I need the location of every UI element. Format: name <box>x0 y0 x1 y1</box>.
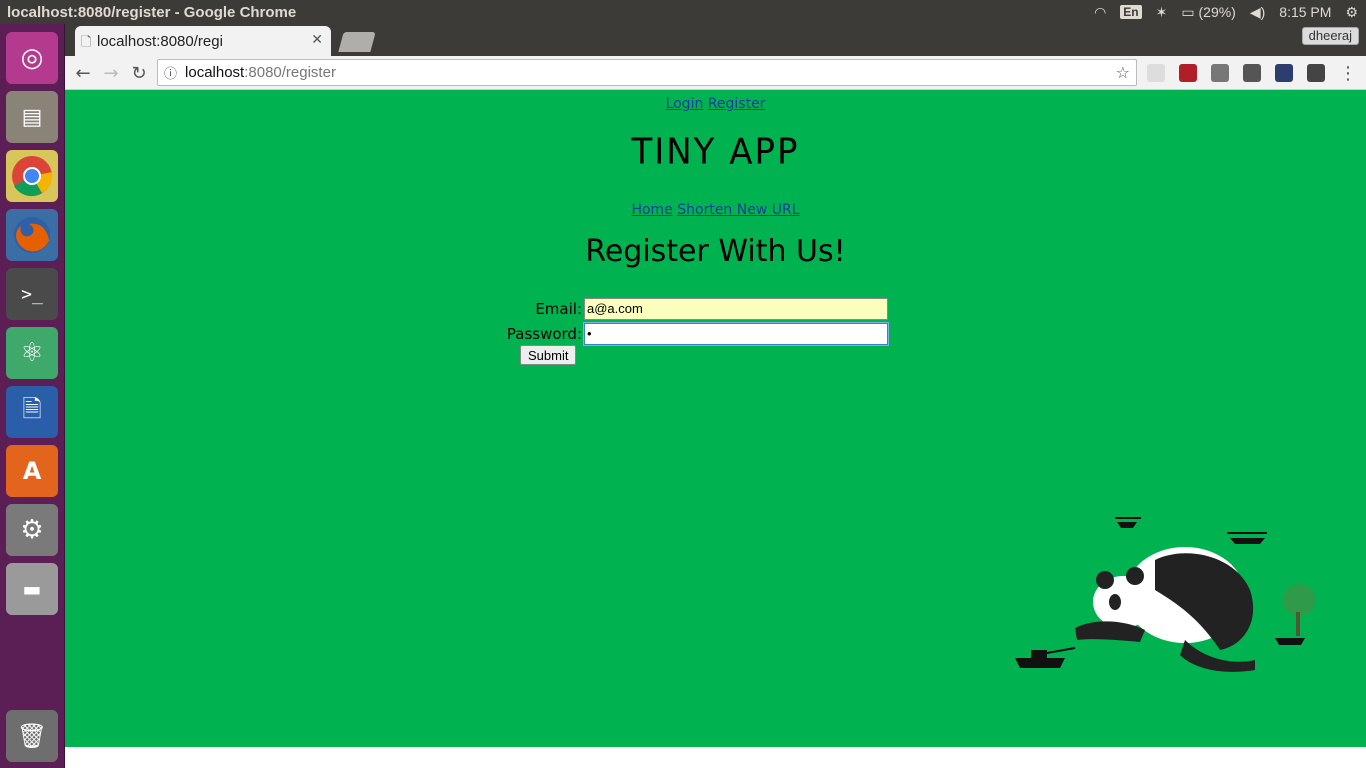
firefox-icon[interactable] <box>6 209 58 261</box>
password-label: Password: <box>506 325 582 343</box>
app-title: TINY APP <box>631 131 800 173</box>
email-field[interactable]: a@a.com <box>584 298 888 320</box>
reload-icon[interactable]: ↻ <box>127 61 151 85</box>
profile-button[interactable]: dheeraj <box>1301 27 1359 45</box>
info-icon[interactable]: ⓘ <box>164 63 177 82</box>
ubuntu-dash-icon[interactable]: ◎ <box>6 32 58 84</box>
tab-title: localhost:8080/regi <box>97 32 223 50</box>
page-viewport: Login Register TINY APP Home Shorten New… <box>65 90 1366 747</box>
auth-links: Login Register <box>65 96 1366 112</box>
power-gear-icon[interactable]: ⚙ <box>1345 4 1358 21</box>
software-center-icon[interactable]: A <box>6 445 58 497</box>
chrome-menu-icon[interactable]: ⋮ <box>1336 61 1360 85</box>
bluetooth-icon[interactable]: ✶ <box>1156 4 1168 21</box>
ublock-icon[interactable] <box>1179 64 1197 82</box>
extension-icon-5[interactable] <box>1275 64 1293 82</box>
home-link[interactable]: Home <box>631 202 672 218</box>
clock[interactable]: 8:15 PM <box>1279 4 1331 20</box>
volume-icon[interactable]: ◀) <box>1250 4 1265 21</box>
main-nav: Home Shorten New URL <box>65 202 1366 218</box>
bookmark-star-icon[interactable]: ☆ <box>1116 63 1130 82</box>
url-path: :8080/register <box>244 64 336 81</box>
submit-button[interactable]: Submit <box>520 345 577 365</box>
colorpicker-icon[interactable] <box>1243 64 1261 82</box>
login-link[interactable]: Login <box>666 96 704 112</box>
browser-toolbar: ← → ↻ ⓘ localhost:8080/register ☆ ⋮ <box>65 56 1366 90</box>
password-field[interactable]: • <box>583 322 889 346</box>
password-row: Password: • <box>507 322 900 348</box>
system-top-panel: localhost:8080/register - Google Chrome … <box>0 0 1366 24</box>
url-host: localhost <box>185 64 245 81</box>
firefox-logo <box>14 217 50 253</box>
terminal-icon[interactable]: >_ <box>6 268 58 320</box>
system-settings-icon[interactable]: ⚙ <box>6 504 58 556</box>
chrome-logo <box>12 156 53 197</box>
wifi-icon[interactable]: ◠ <box>1094 4 1106 21</box>
disk-icon[interactable]: ▬ <box>6 563 58 615</box>
unity-launcher: ◎ ▤ >_ ⚛ 🗎 A ⚙ ▬ 🗑 <box>0 24 65 768</box>
system-indicators: ◠ En ✶ ▭ (29%) ◀) 8:15 PM ⚙ <box>1094 0 1358 24</box>
files-icon[interactable]: ▤ <box>6 91 58 143</box>
atom-icon[interactable]: ⚛ <box>6 327 58 379</box>
battery-indicator[interactable]: ▭ (29%) <box>1181 4 1235 21</box>
forward-icon[interactable]: → <box>99 61 123 85</box>
extension-icon-1[interactable] <box>1147 64 1165 82</box>
page-icon: 🗋 <box>81 35 92 50</box>
trash-icon[interactable]: 🗑 <box>6 710 58 762</box>
viewport-bottom-gap <box>65 747 1366 768</box>
address-bar[interactable]: ⓘ localhost:8080/register ☆ <box>157 59 1137 86</box>
new-tab-button[interactable] <box>338 32 376 52</box>
keyboard-language-indicator[interactable]: En <box>1120 5 1142 19</box>
email-label: Email: <box>535 300 582 318</box>
browser-tab-strip: 🗋 localhost:8080/regi ✕ dheeraj <box>65 24 1366 56</box>
back-icon[interactable]: ← <box>71 61 95 85</box>
shorten-new-url-link[interactable]: Shorten New URL <box>677 202 799 218</box>
extension-box-icon[interactable] <box>1211 64 1229 82</box>
writer-icon[interactable]: 🗎 <box>6 386 58 438</box>
chrome-icon[interactable] <box>6 150 58 202</box>
page-heading: Register With Us! <box>585 234 846 269</box>
pocket-icon[interactable] <box>1307 64 1325 82</box>
battery-percent: (29%) <box>1198 3 1236 20</box>
register-link[interactable]: Register <box>708 96 766 112</box>
register-form: Email: a@a.com Password: • Submit <box>507 298 900 365</box>
panda-illustration <box>1015 517 1315 672</box>
close-tab-icon[interactable]: ✕ <box>311 32 323 48</box>
window-title: localhost:8080/register - Google Chrome <box>7 3 297 21</box>
email-row: Email: a@a.com <box>520 298 900 323</box>
tab-register[interactable]: 🗋 localhost:8080/regi ✕ <box>75 26 331 56</box>
